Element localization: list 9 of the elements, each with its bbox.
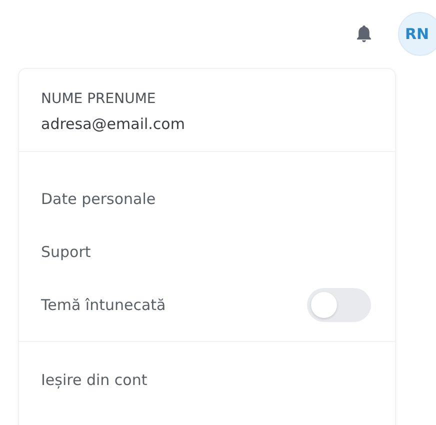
menu-item[interactable]: Suport	[41, 242, 91, 260]
dark-theme-switch[interactable]	[307, 288, 371, 322]
user-email: adresa@email.com	[41, 115, 186, 133]
user-avatar[interactable]: RN	[398, 12, 436, 56]
notification-bell-icon[interactable]	[356, 25, 372, 43]
toggle-label: Temă întunecată	[41, 296, 166, 314]
user-name: NUME PRENUME	[41, 91, 157, 107]
logout-link[interactable]: Ieșire din cont	[41, 371, 148, 389]
menu-item[interactable]: Date personale	[41, 190, 156, 208]
